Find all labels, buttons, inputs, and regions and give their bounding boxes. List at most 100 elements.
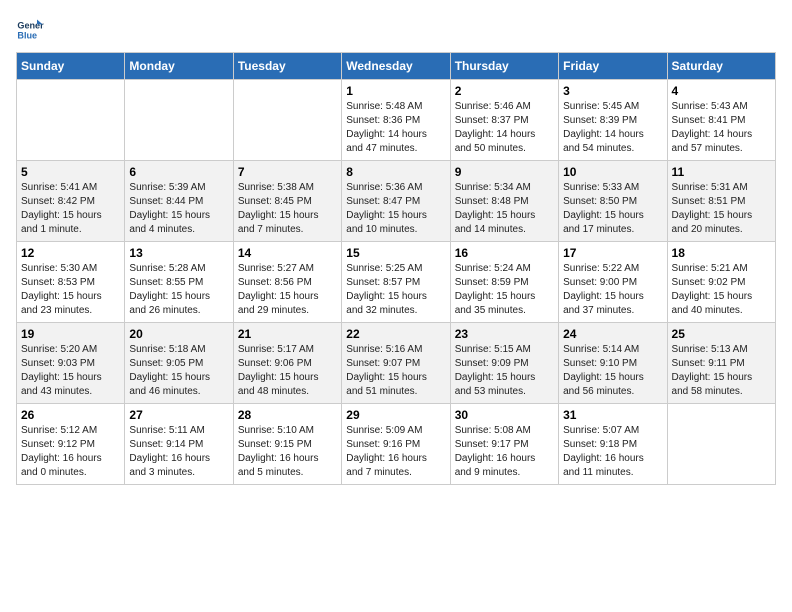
day-info: Sunrise: 5:36 AM Sunset: 8:47 PM Dayligh… (346, 181, 445, 237)
calendar-cell: 4 Sunrise: 5:43 AM Sunset: 8:41 PM Daylig… (667, 80, 775, 161)
day-info: Sunrise: 5:07 AM Sunset: 9:18 PM Dayligh… (563, 424, 662, 480)
header-thursday: Thursday (450, 53, 558, 80)
logo: General Blue (16, 16, 48, 44)
calendar-cell: 14 Sunrise: 5:27 AM Sunset: 8:56 PM Dayli… (233, 242, 341, 323)
day-info: Sunrise: 5:48 AM Sunset: 8:36 PM Dayligh… (346, 100, 445, 156)
calendar-cell: 31 Sunrise: 5:07 AM Sunset: 9:18 PM Dayli… (559, 404, 667, 485)
calendar-cell: 25 Sunrise: 5:13 AM Sunset: 9:11 PM Dayli… (667, 323, 775, 404)
day-info: Sunrise: 5:28 AM Sunset: 8:55 PM Dayligh… (129, 262, 228, 318)
day-number: 3 (563, 84, 662, 98)
day-number: 28 (238, 408, 337, 422)
day-info: Sunrise: 5:43 AM Sunset: 8:41 PM Dayligh… (672, 100, 771, 156)
day-number: 1 (346, 84, 445, 98)
calendar-cell: 12 Sunrise: 5:30 AM Sunset: 8:53 PM Dayli… (17, 242, 125, 323)
calendar-cell: 26Sunrise: 5:12 AM Sunset: 9:12 PM Dayli… (17, 404, 125, 485)
day-number: 15 (346, 246, 445, 260)
calendar-cell: 17Sunrise: 5:22 AM Sunset: 9:00 PM Dayli… (559, 242, 667, 323)
day-number: 30 (455, 408, 554, 422)
day-number: 2 (455, 84, 554, 98)
calendar-cell: 23 Sunrise: 5:15 AM Sunset: 9:09 PM Dayli… (450, 323, 558, 404)
logo-icon: General Blue (16, 16, 44, 44)
week-row-5: 26Sunrise: 5:12 AM Sunset: 9:12 PM Dayli… (17, 404, 776, 485)
day-info: Sunrise: 5:39 AM Sunset: 8:44 PM Dayligh… (129, 181, 228, 237)
day-info: Sunrise: 5:33 AM Sunset: 8:50 PM Dayligh… (563, 181, 662, 237)
week-row-2: 5 Sunrise: 5:41 AM Sunset: 8:42 PM Daylig… (17, 161, 776, 242)
calendar-cell (125, 80, 233, 161)
day-info: Sunrise: 5:31 AM Sunset: 8:51 PM Dayligh… (672, 181, 771, 237)
calendar-cell: 21Sunrise: 5:17 AM Sunset: 9:06 PM Dayli… (233, 323, 341, 404)
calendar-cell: 11 Sunrise: 5:31 AM Sunset: 8:51 PM Dayli… (667, 161, 775, 242)
day-info: Sunrise: 5:09 AM Sunset: 9:16 PM Dayligh… (346, 424, 445, 480)
day-number: 22 (346, 327, 445, 341)
day-number: 23 (455, 327, 554, 341)
day-number: 27 (129, 408, 228, 422)
header-tuesday: Tuesday (233, 53, 341, 80)
day-number: 6 (129, 165, 228, 179)
day-info: Sunrise: 5:10 AM Sunset: 9:15 PM Dayligh… (238, 424, 337, 480)
day-info: Sunrise: 5:34 AM Sunset: 8:48 PM Dayligh… (455, 181, 554, 237)
calendar-cell: 22 Sunrise: 5:16 AM Sunset: 9:07 PM Dayli… (342, 323, 450, 404)
day-info: Sunrise: 5:08 AM Sunset: 9:17 PM Dayligh… (455, 424, 554, 480)
calendar-cell (233, 80, 341, 161)
calendar-cell: 6 Sunrise: 5:39 AM Sunset: 8:44 PM Daylig… (125, 161, 233, 242)
calendar-table: SundayMondayTuesdayWednesdayThursdayFrid… (16, 52, 776, 485)
day-info: Sunrise: 5:18 AM Sunset: 9:05 PM Dayligh… (129, 343, 228, 399)
day-number: 21 (238, 327, 337, 341)
calendar-cell: 30 Sunrise: 5:08 AM Sunset: 9:17 PM Dayli… (450, 404, 558, 485)
day-number: 25 (672, 327, 771, 341)
day-info: Sunrise: 5:15 AM Sunset: 9:09 PM Dayligh… (455, 343, 554, 399)
calendar-cell: 18 Sunrise: 5:21 AM Sunset: 9:02 PM Dayli… (667, 242, 775, 323)
calendar-cell: 20 Sunrise: 5:18 AM Sunset: 9:05 PM Dayli… (125, 323, 233, 404)
day-number: 4 (672, 84, 771, 98)
day-info: Sunrise: 5:20 AM Sunset: 9:03 PM Dayligh… (21, 343, 120, 399)
day-info: Sunrise: 5:24 AM Sunset: 8:59 PM Dayligh… (455, 262, 554, 318)
day-number: 11 (672, 165, 771, 179)
calendar-cell: 29 Sunrise: 5:09 AM Sunset: 9:16 PM Dayli… (342, 404, 450, 485)
header-saturday: Saturday (667, 53, 775, 80)
header: General Blue (16, 16, 776, 44)
day-number: 31 (563, 408, 662, 422)
day-number: 26 (21, 408, 120, 422)
week-row-4: 19 Sunrise: 5:20 AM Sunset: 9:03 PM Dayli… (17, 323, 776, 404)
day-number: 14 (238, 246, 337, 260)
day-number: 29 (346, 408, 445, 422)
calendar-cell: 16 Sunrise: 5:24 AM Sunset: 8:59 PM Dayli… (450, 242, 558, 323)
calendar-cell: 2Sunrise: 5:46 AM Sunset: 8:37 PM Daylig… (450, 80, 558, 161)
calendar-cell: 10 Sunrise: 5:33 AM Sunset: 8:50 PM Dayli… (559, 161, 667, 242)
day-info: Sunrise: 5:11 AM Sunset: 9:14 PM Dayligh… (129, 424, 228, 480)
header-monday: Monday (125, 53, 233, 80)
day-number: 20 (129, 327, 228, 341)
day-number: 5 (21, 165, 120, 179)
calendar-cell: 28 Sunrise: 5:10 AM Sunset: 9:15 PM Dayli… (233, 404, 341, 485)
day-number: 10 (563, 165, 662, 179)
day-number: 19 (21, 327, 120, 341)
calendar-cell: 19 Sunrise: 5:20 AM Sunset: 9:03 PM Dayli… (17, 323, 125, 404)
day-info: Sunrise: 5:16 AM Sunset: 9:07 PM Dayligh… (346, 343, 445, 399)
day-number: 12 (21, 246, 120, 260)
day-number: 16 (455, 246, 554, 260)
day-info: Sunrise: 5:22 AM Sunset: 9:00 PM Dayligh… (563, 262, 662, 318)
svg-text:General: General (17, 21, 44, 31)
day-number: 13 (129, 246, 228, 260)
day-info: Sunrise: 5:27 AM Sunset: 8:56 PM Dayligh… (238, 262, 337, 318)
day-info: Sunrise: 5:13 AM Sunset: 9:11 PM Dayligh… (672, 343, 771, 399)
week-row-3: 12 Sunrise: 5:30 AM Sunset: 8:53 PM Dayli… (17, 242, 776, 323)
calendar-cell: 5 Sunrise: 5:41 AM Sunset: 8:42 PM Daylig… (17, 161, 125, 242)
calendar-cell: 15Sunrise: 5:25 AM Sunset: 8:57 PM Dayli… (342, 242, 450, 323)
day-info: Sunrise: 5:21 AM Sunset: 9:02 PM Dayligh… (672, 262, 771, 318)
calendar-cell: 27 Sunrise: 5:11 AM Sunset: 9:14 PM Dayli… (125, 404, 233, 485)
day-number: 24 (563, 327, 662, 341)
calendar-header-row: SundayMondayTuesdayWednesdayThursdayFrid… (17, 53, 776, 80)
calendar-cell: 3Sunrise: 5:45 AM Sunset: 8:39 PM Daylig… (559, 80, 667, 161)
calendar-cell (667, 404, 775, 485)
calendar-cell (17, 80, 125, 161)
header-wednesday: Wednesday (342, 53, 450, 80)
calendar-cell: 24Sunrise: 5:14 AM Sunset: 9:10 PM Dayli… (559, 323, 667, 404)
svg-text:Blue: Blue (17, 30, 37, 40)
day-number: 9 (455, 165, 554, 179)
calendar-cell: 9 Sunrise: 5:34 AM Sunset: 8:48 PM Daylig… (450, 161, 558, 242)
day-number: 18 (672, 246, 771, 260)
day-info: Sunrise: 5:30 AM Sunset: 8:53 PM Dayligh… (21, 262, 120, 318)
day-info: Sunrise: 5:41 AM Sunset: 8:42 PM Dayligh… (21, 181, 120, 237)
header-sunday: Sunday (17, 53, 125, 80)
